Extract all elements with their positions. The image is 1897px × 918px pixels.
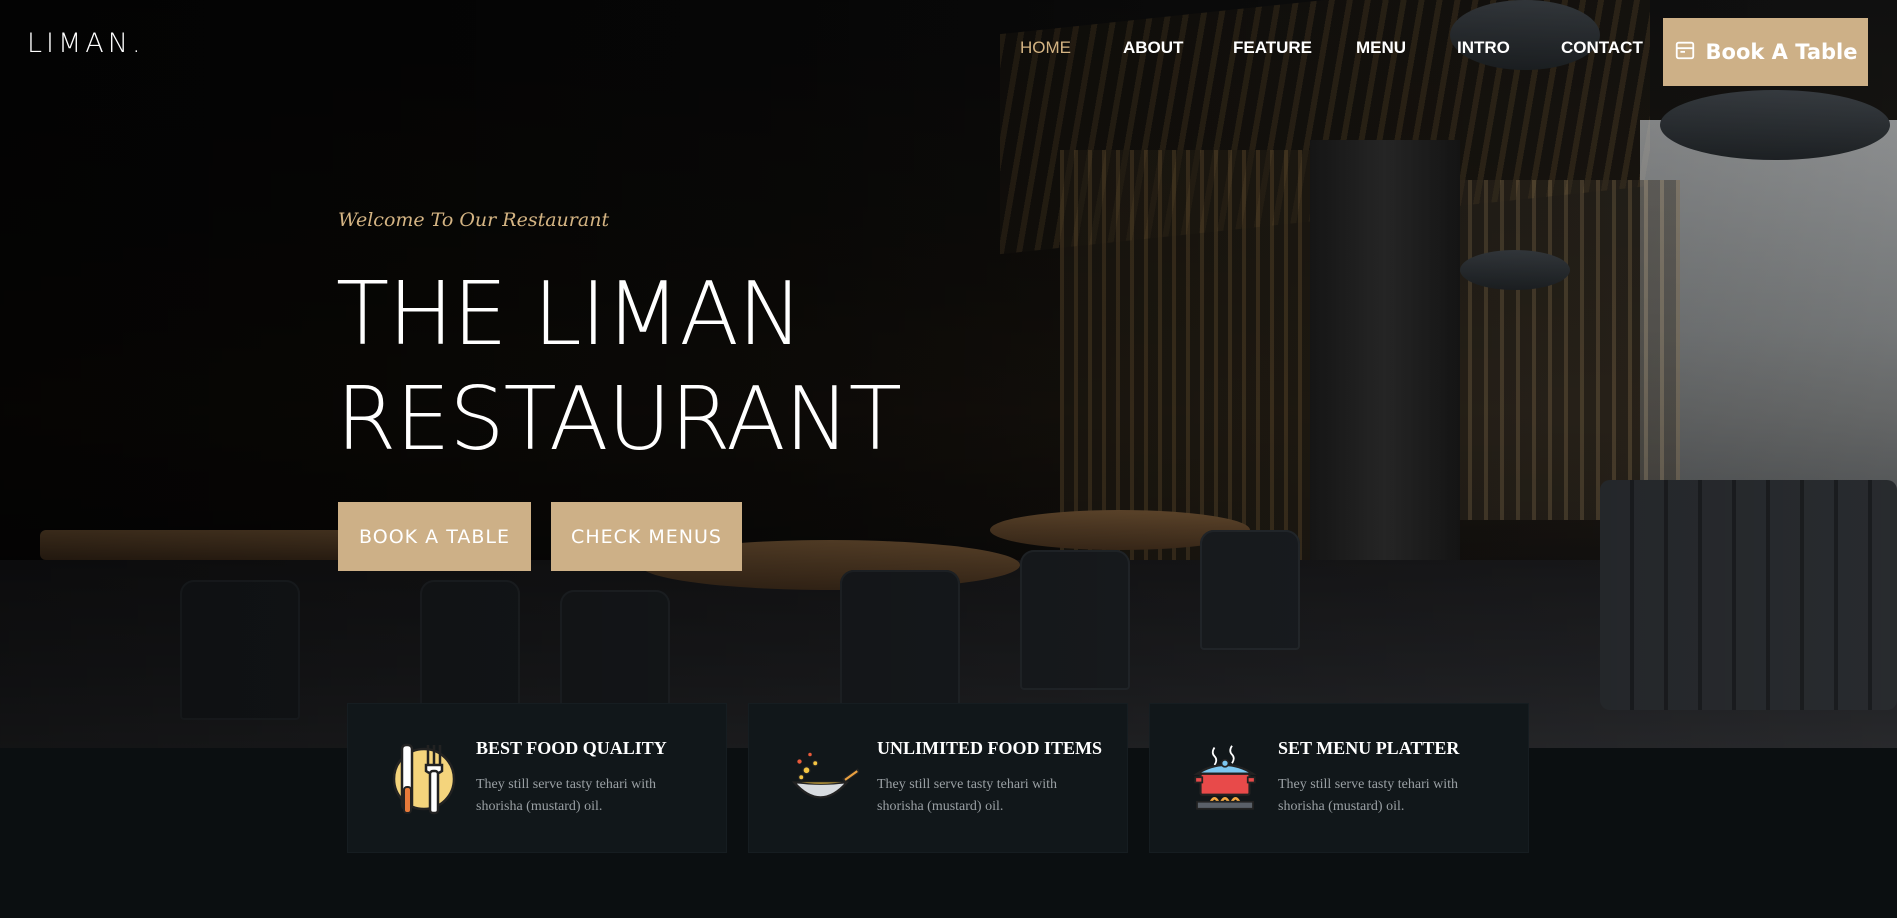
feature-title: SET MENU PLATTER: [1278, 738, 1460, 758]
welcome-tagline: Welcome To Our Restaurant: [338, 209, 610, 231]
nav-feature[interactable]: FEATURE: [1233, 38, 1312, 58]
feature-card: BEST FOOD QUALITY They still serve tasty…: [347, 703, 727, 853]
hero-title-line2: RESTAURANT: [336, 368, 902, 470]
feature-title: BEST FOOD QUALITY: [476, 738, 667, 758]
book-table-button[interactable]: BOOK A TABLE: [338, 502, 531, 571]
book-table-label: Book A Table: [1705, 40, 1858, 64]
nav-menu[interactable]: MENU: [1356, 38, 1406, 58]
cooking-pot-icon: [1190, 739, 1260, 819]
hero-title-line1: THE LIMAN: [336, 263, 803, 365]
feature-description: They still serve tasty tehari with shori…: [877, 777, 1058, 814]
nav-contact[interactable]: CONTACT: [1561, 38, 1643, 58]
cutlery-icon: [388, 739, 458, 819]
hero-background: [0, 0, 1897, 748]
check-menus-button[interactable]: CHECK MENUS: [551, 502, 742, 571]
nav-home[interactable]: HOME: [1020, 38, 1071, 58]
nav-about[interactable]: ABOUT: [1123, 38, 1183, 58]
feature-title: UNLIMITED FOOD ITEMS: [877, 738, 1103, 758]
feature-description: They still serve tasty tehari with shori…: [476, 777, 657, 814]
hero-overlay: [0, 0, 1897, 748]
feature-card: UNLIMITED FOOD ITEMS They still serve ta…: [748, 703, 1128, 853]
feature-card: SET MENU PLATTER They still serve tasty …: [1149, 703, 1529, 853]
feature-description: They still serve tasty tehari with shori…: [1278, 777, 1459, 814]
site-logo[interactable]: LIMAN.: [27, 28, 145, 59]
nav-intro[interactable]: INTRO: [1457, 38, 1510, 58]
hero-title: THE LIMAN RESTAURANT: [336, 262, 936, 472]
book-table-nav-button[interactable]: Book A Table: [1663, 18, 1868, 86]
calendar-icon: [1674, 39, 1696, 66]
wok-icon: [789, 739, 861, 819]
